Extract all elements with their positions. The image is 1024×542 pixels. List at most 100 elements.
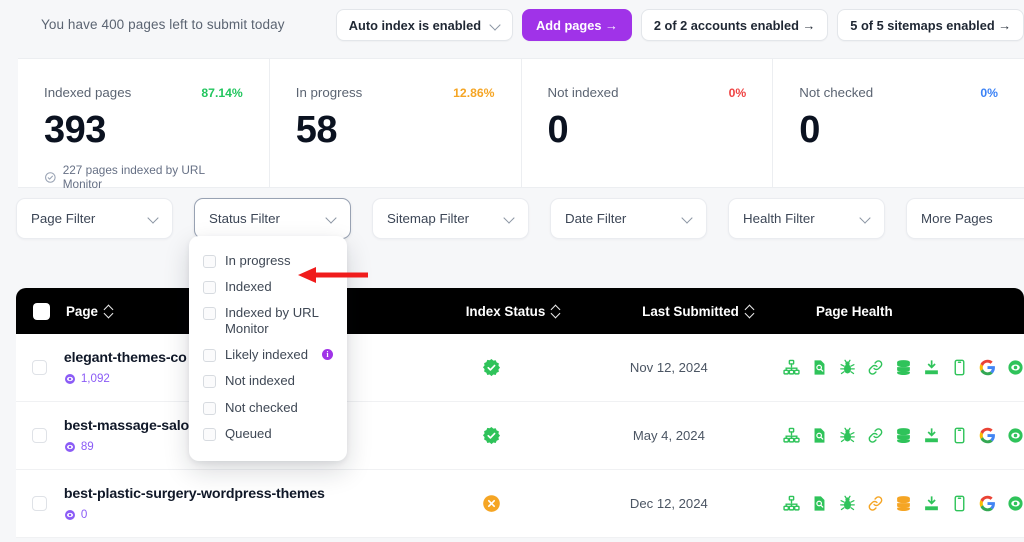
- eye-icon[interactable]: [1007, 359, 1024, 376]
- auto-index-dropdown[interactable]: Auto index is enabled: [335, 9, 514, 41]
- mobile-icon[interactable]: [951, 427, 968, 444]
- filter-label: Page Filter: [31, 211, 96, 226]
- filter-label: Health Filter: [743, 211, 815, 226]
- stat-label: Not checked: [799, 85, 874, 100]
- page-health-cell: [755, 427, 1024, 444]
- checkbox-box[interactable]: [203, 427, 216, 441]
- column-header-last-submitted[interactable]: Last Submitted: [608, 304, 788, 319]
- stat-value: 393: [44, 109, 106, 151]
- stat-percent: 12.86%: [453, 85, 495, 100]
- select-all-checkbox[interactable]: [16, 302, 66, 320]
- page-cell: best-plastic-surgery-wordpress-themes 0: [64, 486, 401, 521]
- database-icon[interactable]: [895, 427, 912, 444]
- add-pages-label: Add pages →: [536, 17, 618, 33]
- link-icon[interactable]: [867, 427, 884, 444]
- eye-icon: [64, 509, 75, 520]
- sitemap-icon[interactable]: [783, 359, 800, 376]
- row-checkbox[interactable]: [16, 360, 64, 375]
- doc-search-icon[interactable]: [811, 427, 828, 444]
- stat-percent: 87.14%: [201, 85, 243, 100]
- eye-icon[interactable]: [1007, 495, 1024, 512]
- stat-card-not-checked: Not checked 0% 0: [773, 59, 1024, 187]
- checkbox-box[interactable]: [203, 375, 216, 389]
- page-views-count: 0: [80, 508, 88, 521]
- bug-icon[interactable]: [839, 495, 856, 512]
- chevron-down-icon: [861, 214, 870, 223]
- mobile-icon[interactable]: [951, 359, 968, 376]
- eye-icon: [64, 373, 75, 384]
- page-views: 0: [64, 508, 401, 521]
- row-checkbox[interactable]: [16, 428, 64, 443]
- checkbox-box[interactable]: [203, 401, 216, 415]
- database-icon[interactable]: [895, 359, 912, 376]
- sitemaps-button[interactable]: 5 of 5 sitemaps enabled →: [837, 9, 1024, 41]
- stat-card-indexed-pages: Indexed pages 87.14% 393 227 pages index…: [18, 59, 270, 191]
- pages-table: Page Index Status Last Submitted Page He…: [16, 288, 1024, 538]
- doc-search-icon[interactable]: [811, 359, 828, 376]
- table-row[interactable]: best-plastic-surgery-wordpress-themes 0 De…: [16, 470, 1024, 538]
- crawl-icon[interactable]: [923, 427, 940, 444]
- filter-page[interactable]: Page Filter: [16, 198, 173, 239]
- crawl-icon[interactable]: [923, 359, 940, 376]
- accounts-label: 2 of 2 accounts enabled →: [653, 17, 816, 33]
- status-option[interactable]: Indexed by URL Monitor: [189, 300, 347, 342]
- sort-icon[interactable]: [745, 305, 754, 318]
- status-option[interactable]: Not checked: [189, 395, 347, 421]
- google-icon[interactable]: [979, 427, 996, 444]
- bug-icon[interactable]: [839, 427, 856, 444]
- status-option[interactable]: Not indexed: [189, 368, 347, 394]
- eye-icon[interactable]: [1007, 427, 1024, 444]
- checkbox-box[interactable]: [203, 255, 216, 268]
- database-icon[interactable]: [895, 495, 912, 512]
- filter-status[interactable]: Status Filter: [194, 198, 351, 239]
- add-pages-button[interactable]: Add pages →: [522, 9, 632, 41]
- sitemap-icon[interactable]: [783, 427, 800, 444]
- crawl-icon[interactable]: [923, 495, 940, 512]
- filter-label: Sitemap Filter: [387, 211, 470, 226]
- sort-icon[interactable]: [551, 305, 560, 318]
- checkbox-box: [32, 428, 48, 443]
- sitemap-icon[interactable]: [783, 495, 800, 512]
- last-submitted-cell: May 4, 2024: [632, 428, 705, 443]
- doc-search-icon[interactable]: [811, 495, 828, 512]
- link-icon[interactable]: [867, 495, 884, 512]
- status-option-label: Indexed by URL Monitor: [225, 305, 319, 337]
- page-views-count: 89: [80, 440, 94, 453]
- quota-text: You have 400 pages left to submit today: [41, 17, 285, 32]
- column-header-index-status[interactable]: Index Status: [418, 304, 608, 319]
- table-row[interactable]: best-massage-salo 89 May 4, 2024: [16, 402, 1024, 470]
- link-icon[interactable]: [867, 359, 884, 376]
- status-option-label: Not checked: [225, 399, 298, 415]
- last-submitted-cell: Dec 12, 2024: [629, 496, 708, 511]
- bug-icon[interactable]: [839, 359, 856, 376]
- accounts-button[interactable]: 2 of 2 accounts enabled →: [640, 9, 829, 41]
- sort-icon[interactable]: [104, 305, 113, 318]
- filter-health[interactable]: Health Filter: [728, 198, 885, 239]
- page-views-count: 1,092: [80, 372, 110, 385]
- google-icon[interactable]: [979, 359, 996, 376]
- status-option-label: Queued: [225, 425, 272, 441]
- filter-sitemap[interactable]: Sitemap Filter: [372, 198, 529, 239]
- info-icon[interactable]: i: [322, 349, 333, 361]
- checkbox-box[interactable]: [203, 349, 216, 363]
- top-bar: You have 400 pages left to submit today …: [0, 0, 1024, 50]
- mobile-icon[interactable]: [951, 495, 968, 512]
- google-icon[interactable]: [979, 495, 996, 512]
- status-option[interactable]: Queued: [189, 421, 347, 447]
- chevron-down-icon: [683, 214, 692, 223]
- page-name[interactable]: best-plastic-surgery-wordpress-themes: [64, 486, 401, 502]
- checkbox-box[interactable]: [203, 281, 216, 295]
- eye-icon: [64, 441, 75, 452]
- checkbox-box[interactable]: [203, 307, 216, 321]
- row-checkbox[interactable]: [16, 496, 64, 511]
- status-option[interactable]: Likely indexed i: [189, 342, 347, 368]
- filter-date[interactable]: Date Filter: [550, 198, 707, 239]
- last-submitted-cell: Nov 12, 2024: [629, 360, 708, 375]
- filter-more-pages[interactable]: More Pages: [906, 198, 1024, 239]
- table-row[interactable]: elegant-themes-co 1,092 Nov 12, 2024: [16, 334, 1024, 402]
- page-root: You have 400 pages left to submit today …: [0, 0, 1024, 542]
- status-option-label: Not indexed: [225, 373, 295, 389]
- index-status-cell: [401, 494, 583, 513]
- index-status-cell: [401, 426, 583, 445]
- status-indexed-icon: [483, 359, 501, 377]
